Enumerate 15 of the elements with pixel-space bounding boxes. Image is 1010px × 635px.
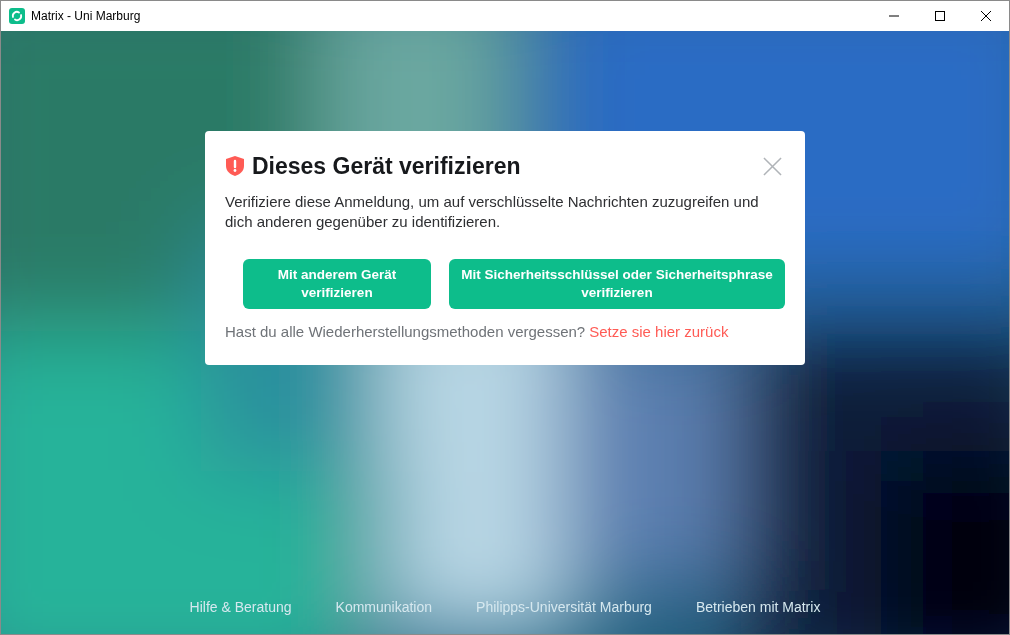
verify-button[interactable]: Mit anderem Gerät verifizieren (243, 259, 431, 309)
footer-link[interactable]: Philipps-Universität Marburg (476, 599, 652, 615)
dialog-title: Dieses Gerät verifizieren (252, 152, 521, 180)
app-logo-icon (9, 8, 25, 24)
window-title: Matrix - Uni Marburg (31, 9, 141, 23)
close-icon[interactable] (981, 11, 991, 21)
reset-link[interactable]: Setze sie hier zurück (589, 323, 729, 340)
maximize-icon[interactable] (935, 11, 945, 21)
footer-link[interactable]: Betrieben mit Matrix (695, 599, 821, 615)
verify-button[interactable]: Mit Sicherheitsschlüssel oder Sicherheitsphrase verifizieren (449, 259, 785, 309)
shield-warning-icon (225, 155, 245, 177)
reset-prompt: Hast du alle Wiederherstellungsmethoden vergessen? (225, 323, 586, 340)
dialog-description: Verifiziere diese Anmeldung, um auf verschlüsselte Nachrichten zuzugreifen und dich anderen gegenüber zu identifizieren. (225, 192, 760, 232)
footer-link[interactable]: Kommunikation (335, 599, 433, 615)
footer-link[interactable]: Hilfe & Beratung (189, 599, 292, 615)
